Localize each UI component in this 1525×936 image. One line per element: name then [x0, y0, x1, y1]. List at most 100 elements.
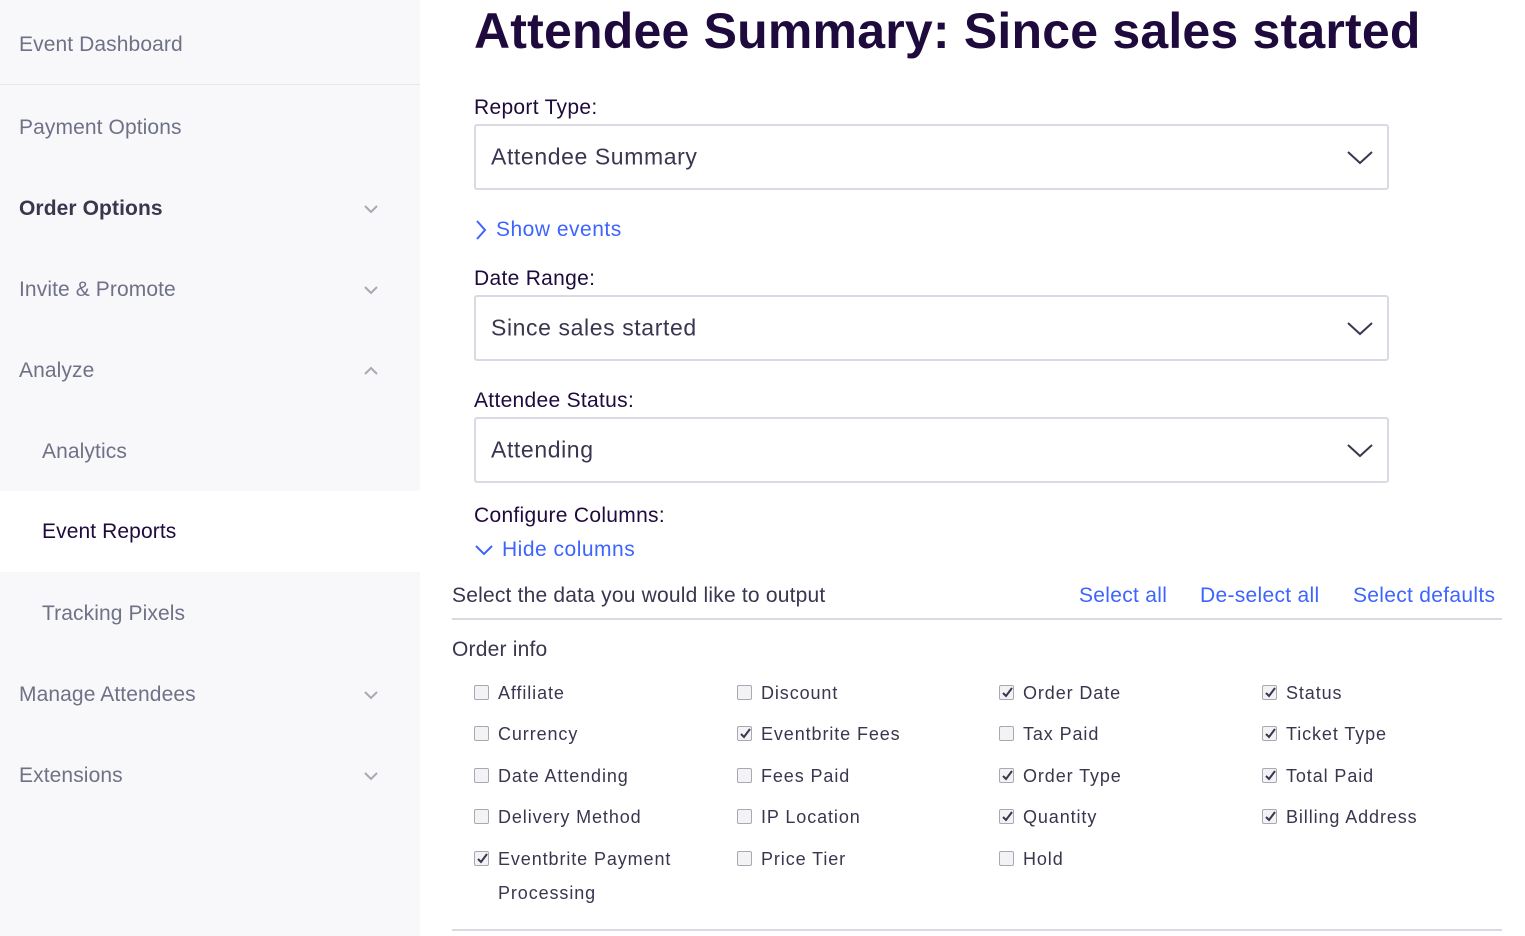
- checkbox-billing-address[interactable]: Billing Address: [1262, 806, 1418, 828]
- chevron-right-icon: [476, 220, 487, 240]
- checkbox-label: Order Type: [1023, 766, 1122, 786]
- select-all-link[interactable]: Select all: [1079, 584, 1167, 608]
- checkbox-currency[interactable]: Currency: [474, 723, 578, 745]
- checkbox-unchecked-icon[interactable]: [737, 768, 752, 783]
- checkbox-ip-location[interactable]: IP Location: [737, 806, 861, 828]
- checkbox-unchecked-icon[interactable]: [999, 851, 1014, 866]
- checkbox-unchecked-icon[interactable]: [737, 685, 752, 700]
- checkbox-unchecked-icon[interactable]: [474, 685, 489, 700]
- output-selection-bar: Select the data you would like to output…: [452, 580, 1502, 620]
- sidebar-item-analytics[interactable]: Analytics: [0, 411, 420, 492]
- chevron-down-icon: [364, 690, 378, 699]
- checkbox-unchecked-icon[interactable]: [474, 726, 489, 741]
- checkbox-label: Eventbrite Fees: [761, 724, 901, 744]
- checkbox-tax-paid[interactable]: Tax Paid: [999, 723, 1099, 745]
- checkbox-date-attending[interactable]: Date Attending: [474, 765, 629, 787]
- checkbox-label: Date Attending: [498, 766, 629, 786]
- checkbox-label: Order Date: [1023, 683, 1122, 703]
- sidebar-item-label: Extensions: [19, 763, 123, 787]
- chevron-down-icon: [364, 285, 378, 294]
- checkbox-order-type[interactable]: Order Type: [999, 765, 1122, 787]
- checkbox-checked-icon[interactable]: [999, 685, 1014, 700]
- checkbox-checked-icon[interactable]: [999, 768, 1014, 783]
- checkbox-label: Billing Address: [1286, 807, 1418, 827]
- sidebar-item-label: Payment Options: [19, 115, 182, 139]
- checkbox-unchecked-icon[interactable]: [737, 809, 752, 824]
- checkbox-status[interactable]: Status: [1262, 682, 1342, 704]
- checkbox-unchecked-icon[interactable]: [999, 726, 1014, 741]
- chevron-down-icon: [1347, 444, 1373, 458]
- checkbox-checked-icon[interactable]: [1262, 726, 1277, 741]
- checkbox-checked-icon[interactable]: [1262, 685, 1277, 700]
- sidebar-item-analyze[interactable]: Analyze: [0, 330, 420, 411]
- section-divider: [452, 929, 1502, 931]
- checkbox-quantity[interactable]: Quantity: [999, 806, 1097, 828]
- select-defaults-link[interactable]: Select defaults: [1353, 584, 1495, 608]
- checkbox-price-tier[interactable]: Price Tier: [737, 848, 846, 870]
- checkbox-unchecked-icon[interactable]: [474, 768, 489, 783]
- checkbox-delivery-method[interactable]: Delivery Method: [474, 806, 642, 828]
- sidebar: Event Dashboard Payment Options Order Op…: [0, 0, 420, 936]
- sidebar-item-order-options[interactable]: Order Options: [0, 168, 420, 249]
- attendee-status-label: Attendee Status:: [474, 389, 635, 412]
- chevron-down-icon: [364, 771, 378, 780]
- checkbox-label: Fees Paid: [761, 766, 851, 786]
- checkbox-label: Quantity: [1023, 807, 1098, 827]
- checkbox-total-paid[interactable]: Total Paid: [1262, 765, 1374, 787]
- checkbox-order-date[interactable]: Order Date: [999, 682, 1121, 704]
- chevron-down-icon: [1347, 322, 1373, 336]
- checkbox-label: Discount: [761, 683, 839, 703]
- date-range-select[interactable]: Since sales started: [474, 295, 1389, 361]
- sidebar-item-invite-promote[interactable]: Invite & Promote: [0, 249, 420, 330]
- checkbox-label: Currency: [498, 724, 579, 744]
- sidebar-item-extensions[interactable]: Extensions: [0, 735, 420, 816]
- checkbox-eventbrite-fees[interactable]: Eventbrite Fees: [737, 723, 901, 745]
- sidebar-item-label: Event Reports: [42, 519, 177, 543]
- checkbox-fees-paid[interactable]: Fees Paid: [737, 765, 850, 787]
- output-instructions: Select the data you would like to output: [452, 584, 826, 607]
- sidebar-item-manage-attendees[interactable]: Manage Attendees: [0, 654, 420, 735]
- show-events-link[interactable]: Show events: [474, 218, 622, 242]
- sidebar-item-label: Manage Attendees: [19, 682, 196, 706]
- sidebar-item-event-reports[interactable]: Event Reports: [0, 491, 420, 572]
- checkbox-label: IP Location: [761, 807, 861, 827]
- checkbox-checked-icon[interactable]: [474, 851, 489, 866]
- checkbox-unchecked-icon[interactable]: [474, 809, 489, 824]
- checkbox-discount[interactable]: Discount: [737, 682, 838, 704]
- report-type-value: Attendee Summary: [491, 143, 698, 170]
- sidebar-item-label: Tracking Pixels: [42, 601, 186, 625]
- checkbox-checked-icon[interactable]: [1262, 809, 1277, 824]
- checkbox-checked-icon[interactable]: [1262, 768, 1277, 783]
- hide-columns-link[interactable]: Hide columns: [474, 538, 635, 562]
- checkbox-label: Eventbrite Payment Processing: [498, 849, 672, 903]
- hide-columns-label: Hide columns: [502, 538, 636, 561]
- sidebar-item-label: Analytics: [42, 439, 127, 463]
- sidebar-item-label: Event Dashboard: [19, 32, 183, 56]
- checkbox-checked-icon[interactable]: [999, 809, 1014, 824]
- chevron-down-icon: [364, 204, 378, 213]
- main-content: Attendee Summary: Since sales started Re…: [420, 0, 1525, 936]
- order-info-title: Order info: [452, 638, 548, 661]
- sidebar-divider: [0, 84, 420, 85]
- checkbox-label: Status: [1286, 683, 1343, 703]
- deselect-all-link[interactable]: De-select all: [1200, 584, 1319, 608]
- page-title: Attendee Summary: Since sales started: [474, 3, 1421, 59]
- attendee-status-select[interactable]: Attending: [474, 417, 1389, 483]
- checkbox-label: Affiliate: [498, 683, 565, 703]
- sidebar-item-label: Analyze: [19, 358, 95, 382]
- checkbox-label: Hold: [1023, 849, 1064, 869]
- checkbox-hold[interactable]: Hold: [999, 848, 1064, 870]
- sidebar-item-event-dashboard[interactable]: Event Dashboard: [0, 4, 420, 85]
- checkbox-checked-icon[interactable]: [737, 726, 752, 741]
- checkbox-eventbrite-payment-processing[interactable]: Eventbrite Payment Processing: [474, 848, 688, 910]
- sidebar-item-payment-options[interactable]: Payment Options: [0, 87, 420, 168]
- sidebar-item-tracking-pixels[interactable]: Tracking Pixels: [0, 573, 420, 654]
- checkbox-label: Tax Paid: [1023, 724, 1100, 744]
- sidebar-item-label: Invite & Promote: [19, 277, 176, 301]
- chevron-down-icon: [475, 545, 493, 556]
- checkbox-affiliate[interactable]: Affiliate: [474, 682, 565, 704]
- checkbox-ticket-type[interactable]: Ticket Type: [1262, 723, 1387, 745]
- checkbox-label: Price Tier: [761, 849, 847, 869]
- checkbox-unchecked-icon[interactable]: [737, 851, 752, 866]
- report-type-select[interactable]: Attendee Summary: [474, 124, 1389, 190]
